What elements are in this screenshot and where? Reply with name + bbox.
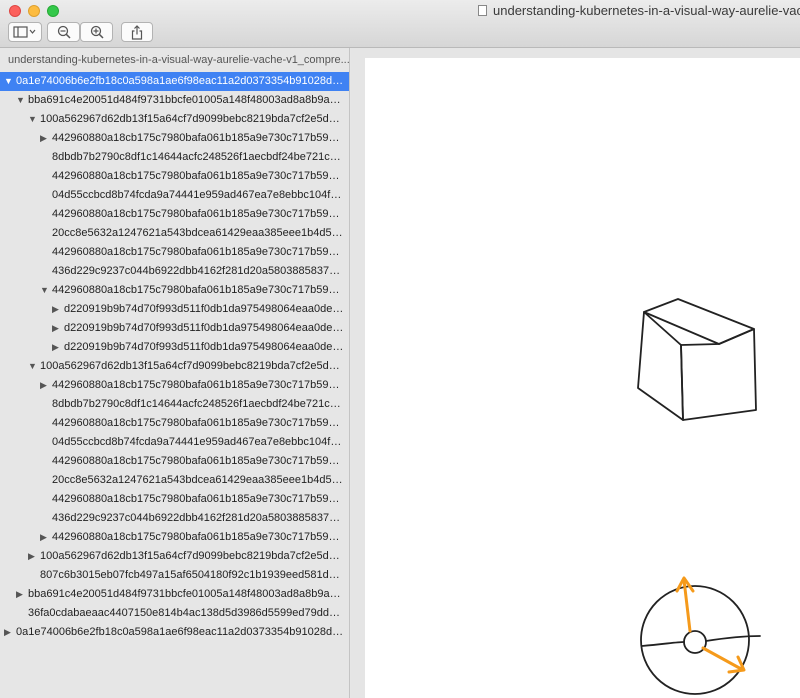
cube-drawing [637,298,757,421]
outline-row-label: 442960880a18cb175c7980bafa061b185a9e730c… [52,284,345,296]
outline-row[interactable]: ▼ bba691c4e20051d484f9731bbcfe01005a148f4… [0,91,349,110]
disclosure-triangle-right-icon[interactable]: ▶ [40,528,47,547]
outline-row-label: 100a562967d62db13f15a64cf7d9099bebc8219b… [40,550,345,562]
outline-row[interactable]: 442960880a18cb175c7980bafa061b185a9e730c… [0,167,349,186]
outline-row-label: d220919b9b74d70f993d511f0db1da975498064e… [64,303,345,315]
document-page [365,58,800,698]
outline-row-label: bba691c4e20051d484f9731bbcfe01005a148f48… [28,588,345,600]
outline-row[interactable]: ▶ 100a562967d62db13f15a64cf7d9099bebc8219… [0,547,349,566]
sidebar-header: understanding-kubernetes-in-a-visual-way… [8,54,349,66]
minimize-window-button[interactable] [28,5,40,17]
outline-row[interactable]: ▶ bba691c4e20051d484f9731bbcfe01005a148f4… [0,585,349,604]
disclosure-triangle-right-icon[interactable]: ▶ [52,319,59,338]
outline-row-label: 36fa0cdabaeaac4407150e814b4ac138d5d3986d… [28,607,345,619]
outline-row-label: 20cc8e5632a1247621a543bdcea61429eaa385ee… [52,227,345,239]
outline-row-label: 442960880a18cb175c7980bafa061b185a9e730c… [52,531,345,543]
disclosure-triangle-right-icon[interactable]: ▶ [52,300,59,319]
outline-row-label: 807c6b3015eb07fcb497a15af6504180f92c1b19… [40,569,345,581]
outline-row-label: 8dbdb7b2790c8df1c14644acfc248526f1aecbdf… [52,398,345,410]
outline-row-label: 04d55ccbcd8b74fcda9a74441e959ad467ea7e8e… [52,189,345,201]
disclosure-triangle-right-icon[interactable]: ▶ [52,338,59,357]
outline-row[interactable]: 36fa0cdabaeaac4407150e814b4ac138d5d3986d… [0,604,349,623]
disclosure-triangle-right-icon[interactable]: ▶ [40,129,47,148]
outline-row[interactable]: ▼ 100a562967d62db13f15a64cf7d9099bebc8219… [0,357,349,376]
outline-row-label: 442960880a18cb175c7980bafa061b185a9e730c… [52,493,345,505]
sidebar-toggle-button[interactable] [8,22,42,42]
window-title-text: understanding-kubernetes-in-a-visual-way… [493,3,800,18]
disclosure-triangle-down-icon[interactable]: ▼ [40,281,49,300]
outline-row-label: 100a562967d62db13f15a64cf7d9099bebc8219b… [40,360,345,372]
page-illustration [637,298,761,695]
outline-row-label: 442960880a18cb175c7980bafa061b185a9e730c… [52,170,345,182]
outline-row[interactable]: ▶ 442960880a18cb175c7980bafa061b185a9e730… [0,376,349,395]
wheel-drawing [640,585,761,695]
outline-row-label: 8dbdb7b2790c8df1c14644acfc248526f1aecbdf… [52,151,345,163]
outline-row[interactable]: 442960880a18cb175c7980bafa061b185a9e730c… [0,490,349,509]
disclosure-triangle-right-icon[interactable]: ▶ [16,585,23,604]
outline-row-label: 442960880a18cb175c7980bafa061b185a9e730c… [52,417,345,429]
outline-row[interactable]: 04d55ccbcd8b74fcda9a74441e959ad467ea7e8e… [0,186,349,205]
outline-row[interactable]: 442960880a18cb175c7980bafa061b185a9e730c… [0,414,349,433]
disclosure-triangle-right-icon[interactable]: ▶ [40,376,47,395]
outline-row[interactable]: 20cc8e5632a1247621a543bdcea61429eaa385ee… [0,224,349,243]
outline-row[interactable]: 442960880a18cb175c7980bafa061b185a9e730c… [0,243,349,262]
outline-row-label: 436d229c9237c044b6922dbb4162f281d20a5803… [52,512,345,524]
outline-row[interactable]: 442960880a18cb175c7980bafa061b185a9e730c… [0,205,349,224]
window-title: understanding-kubernetes-in-a-visual-way… [478,3,800,18]
share-button[interactable] [121,22,153,42]
outline-row-label: d220919b9b74d70f993d511f0db1da975498064e… [64,341,345,353]
outline-row[interactable]: ▼ 442960880a18cb175c7980bafa061b185a9e730… [0,281,349,300]
document-icon [478,5,487,16]
outline-row-label: d220919b9b74d70f993d511f0db1da975498064e… [64,322,345,334]
zoom-in-icon [90,25,104,39]
document-view [351,48,800,698]
outline-row[interactable]: 20cc8e5632a1247621a543bdcea61429eaa385ee… [0,471,349,490]
sidebar-outline: understanding-kubernetes-in-a-visual-way… [0,48,350,698]
outline-row-label: 0a1e74006b6e2fb18c0a598a1ae6f98eac11a2d0… [16,75,345,87]
outline-row[interactable]: 8dbdb7b2790c8df1c14644acfc248526f1aecbdf… [0,148,349,167]
outline-row-label: 442960880a18cb175c7980bafa061b185a9e730c… [52,246,345,258]
outline-row-label: 0a1e74006b6e2fb18c0a598a1ae6f98eac11a2d0… [16,626,345,638]
disclosure-triangle-right-icon[interactable]: ▶ [4,623,11,642]
zoom-out-button[interactable] [47,22,80,42]
disclosure-triangle-down-icon[interactable]: ▼ [4,72,13,91]
close-window-button[interactable] [9,5,21,17]
outline-row[interactable]: 8dbdb7b2790c8df1c14644acfc248526f1aecbdf… [0,395,349,414]
outline-row-label: 20cc8e5632a1247621a543bdcea61429eaa385ee… [52,474,345,486]
zoom-window-button[interactable] [47,5,59,17]
disclosure-triangle-down-icon[interactable]: ▼ [16,91,25,110]
outline-tree: ▼ 0a1e74006b6e2fb18c0a598a1ae6f98eac11a2d… [0,72,349,642]
outline-row-label: 442960880a18cb175c7980bafa061b185a9e730c… [52,132,345,144]
outline-row[interactable]: 436d229c9237c044b6922dbb4162f281d20a5803… [0,509,349,528]
disclosure-triangle-right-icon[interactable]: ▶ [28,547,35,566]
outline-row[interactable]: 04d55ccbcd8b74fcda9a74441e959ad467ea7e8e… [0,433,349,452]
zoom-out-icon [57,25,71,39]
outline-row[interactable]: ▶ d220919b9b74d70f993d511f0db1da975498064… [0,300,349,319]
orange-arrows [675,576,746,674]
outline-row[interactable]: ▶ d220919b9b74d70f993d511f0db1da975498064… [0,338,349,357]
outline-row-label: 442960880a18cb175c7980bafa061b185a9e730c… [52,379,345,391]
outline-row[interactable]: 442960880a18cb175c7980bafa061b185a9e730c… [0,452,349,471]
outline-row[interactable]: 807c6b3015eb07fcb497a15af6504180f92c1b19… [0,566,349,585]
share-icon [131,24,143,40]
outline-row[interactable]: ▶ 442960880a18cb175c7980bafa061b185a9e730… [0,528,349,547]
outline-row-label: 04d55ccbcd8b74fcda9a74441e959ad467ea7e8e… [52,436,345,448]
outline-row[interactable]: ▶ 0a1e74006b6e2fb18c0a598a1ae6f98eac11a2d… [0,623,349,642]
zoom-in-button[interactable] [80,22,113,42]
outline-row[interactable]: 436d229c9237c044b6922dbb4162f281d20a5803… [0,262,349,281]
sidebar-toggle-icon [13,26,36,38]
outline-row-label: 100a562967d62db13f15a64cf7d9099bebc8219b… [40,113,345,125]
outline-row[interactable]: ▶ d220919b9b74d70f993d511f0db1da975498064… [0,319,349,338]
disclosure-triangle-down-icon[interactable]: ▼ [28,357,37,376]
outline-row-label: bba691c4e20051d484f9731bbcfe01005a148f48… [28,94,345,106]
outline-row-label: 442960880a18cb175c7980bafa061b185a9e730c… [52,455,345,467]
outline-row[interactable]: ▼ 100a562967d62db13f15a64cf7d9099bebc8219… [0,110,349,129]
disclosure-triangle-down-icon[interactable]: ▼ [28,110,37,129]
outline-row-label: 442960880a18cb175c7980bafa061b185a9e730c… [52,208,345,220]
outline-row-label: 436d229c9237c044b6922dbb4162f281d20a5803… [52,265,345,277]
outline-row[interactable]: ▼ 0a1e74006b6e2fb18c0a598a1ae6f98eac11a2d… [0,72,349,91]
title-bar: understanding-kubernetes-in-a-visual-way… [0,0,800,48]
outline-row[interactable]: ▶ 442960880a18cb175c7980bafa061b185a9e730… [0,129,349,148]
